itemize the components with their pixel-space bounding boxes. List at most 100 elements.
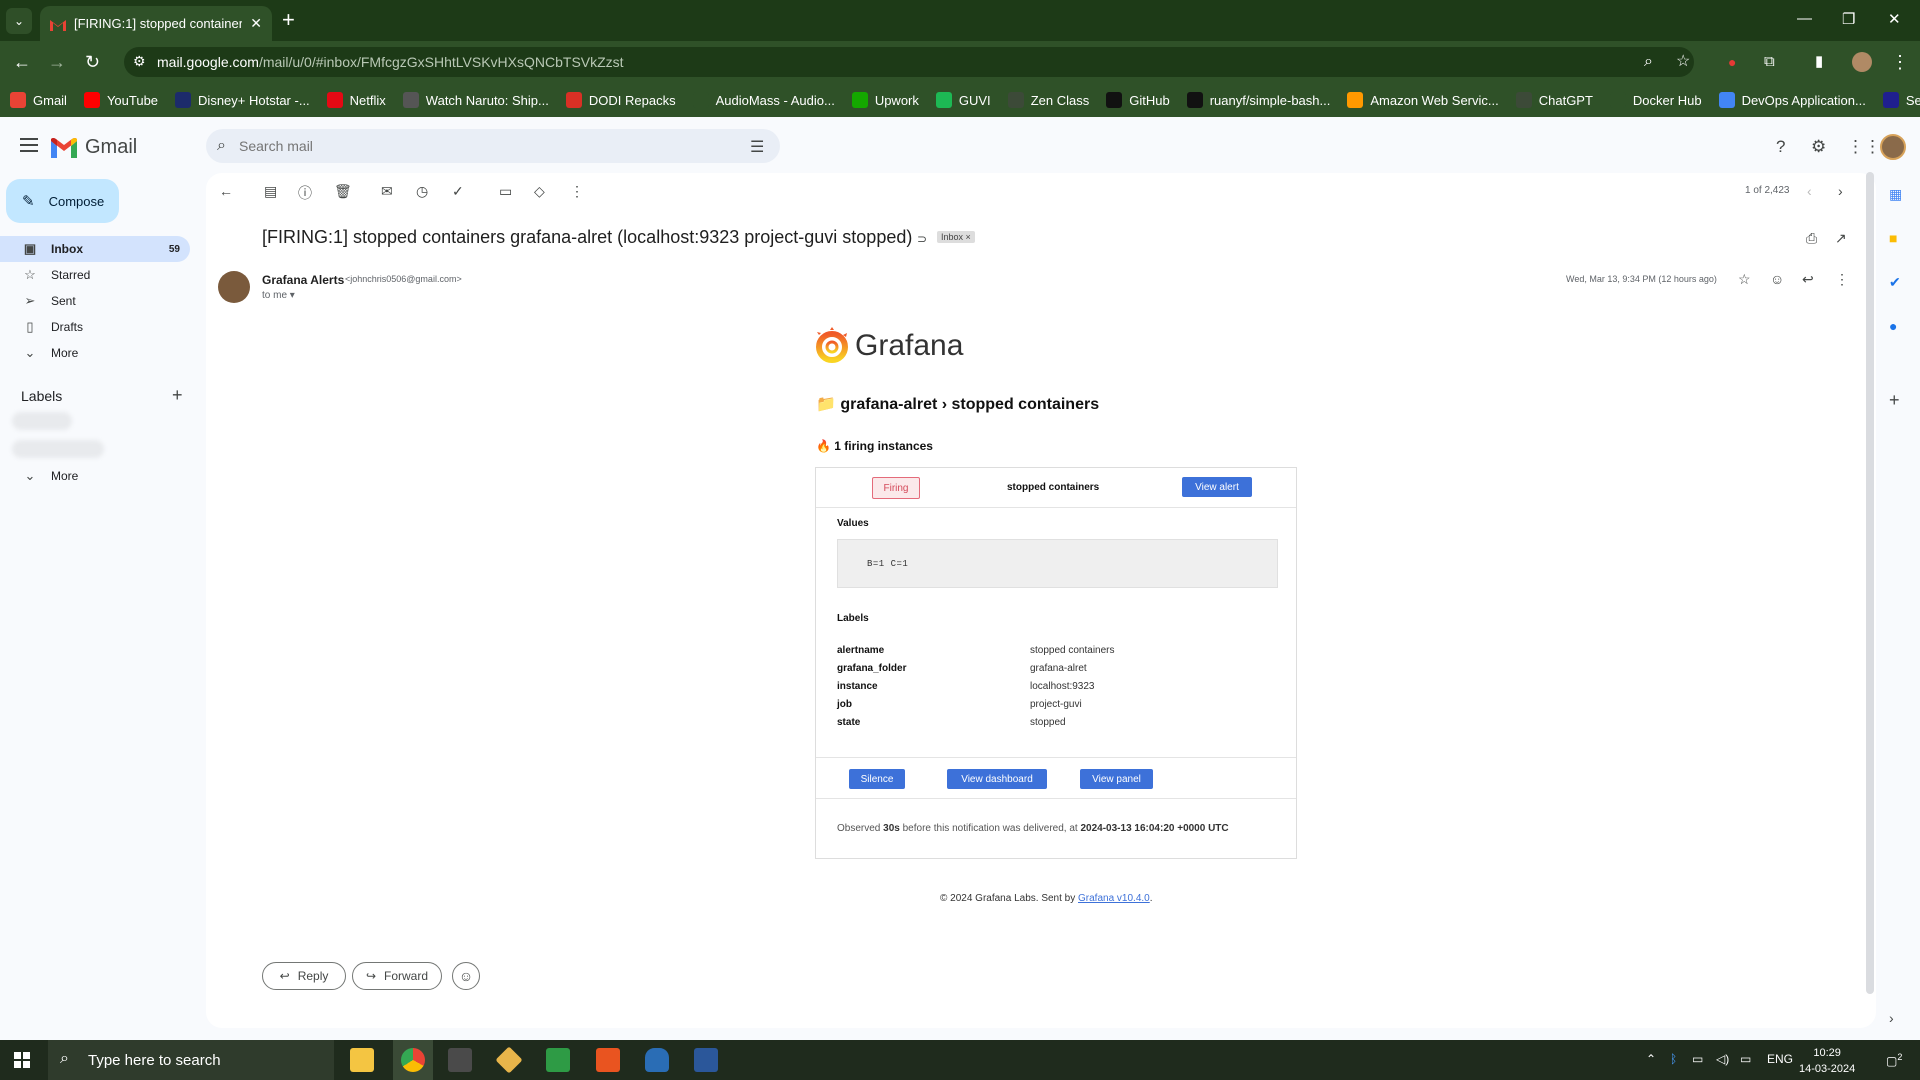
bookmark-star-icon[interactable]: ☆ — [1676, 52, 1690, 72]
star-icon[interactable]: ☆ — [1738, 271, 1751, 288]
nav-item-sent[interactable]: ➢ Sent — [0, 288, 190, 314]
taskbar-search-placeholder[interactable]: Type here to search — [88, 1052, 221, 1069]
add-task-icon[interactable]: ✓ — [452, 183, 464, 200]
bookmark-item[interactable]: Watch Naruto: Ship... — [402, 92, 549, 108]
view-alert-button[interactable]: View alert — [1182, 477, 1252, 497]
gmail-logo[interactable]: Gmail — [51, 136, 137, 159]
bookmark-item[interactable]: YouTube — [83, 92, 158, 108]
emoji-reaction-button[interactable]: ☺ — [452, 962, 480, 990]
contacts-icon[interactable]: ● — [1889, 318, 1897, 334]
tab-search-button[interactable]: ⌄ — [6, 8, 32, 34]
bookmark-item[interactable]: ChatGPT — [1515, 92, 1593, 108]
windows-start-icon[interactable] — [14, 1052, 30, 1068]
labels-more-item[interactable]: ⌄ More — [0, 463, 190, 489]
nav-item-drafts[interactable]: ▯ Drafts — [0, 314, 190, 340]
bookmark-item[interactable]: DevOps Application... — [1718, 92, 1866, 108]
reply-icon[interactable]: ↩ — [1802, 271, 1814, 288]
volume-icon[interactable]: ◁) — [1716, 1052, 1729, 1066]
view-dashboard-button[interactable]: View dashboard — [947, 769, 1047, 789]
new-tab-icon[interactable]: + — [282, 9, 295, 31]
nav-item-inbox[interactable]: ▣ Inbox 59 — [0, 236, 190, 262]
calendar-icon[interactable]: ▦ — [1889, 186, 1902, 203]
nav-item-more[interactable]: ⌄ More — [0, 340, 190, 366]
label-icon[interactable]: ◇ — [534, 183, 545, 200]
delete-icon[interactable]: 🗑 — [334, 183, 352, 200]
bookmark-item[interactable]: Netflix — [326, 92, 386, 108]
word-icon[interactable] — [694, 1048, 718, 1072]
bookmark-item[interactable]: Zen Class — [1007, 92, 1089, 108]
silence-button[interactable]: Silence — [849, 769, 905, 789]
settings-gear-icon[interactable]: ⚙ — [1811, 137, 1826, 157]
site-info-icon[interactable]: ⚙ — [133, 53, 146, 70]
profile-avatar[interactable] — [1852, 52, 1872, 72]
extensions-icon[interactable]: ⧉ — [1764, 52, 1775, 72]
forward-icon[interactable]: → — [48, 52, 66, 72]
notifications-icon[interactable]: ▢2 — [1886, 1052, 1902, 1068]
reload-icon[interactable]: ↻ — [85, 52, 100, 72]
apps-grid-icon[interactable]: ⋮⋮ — [1847, 137, 1881, 157]
bookmark-item[interactable]: Docker Hub — [1609, 92, 1702, 108]
bookmark-item[interactable]: GUVI — [935, 92, 991, 108]
bookmark-item[interactable]: AudioMass - Audio... — [692, 92, 835, 108]
move-to-icon[interactable]: ▭ — [499, 183, 512, 200]
add-label-icon[interactable]: + — [172, 385, 183, 406]
chrome-menu-icon[interactable]: ⋮ — [1891, 52, 1909, 72]
battery-icon[interactable]: ▭ — [1740, 1052, 1751, 1066]
zoom-icon[interactable]: ⌕ — [1644, 52, 1653, 72]
get-addons-icon[interactable]: + — [1889, 390, 1900, 411]
taskbar-clock[interactable]: 10:29 14-03-2024 — [1799, 1045, 1855, 1077]
main-menu-icon[interactable] — [20, 138, 38, 156]
search-icon[interactable]: ⌕ — [217, 137, 226, 155]
bookmark-item[interactable]: Disney+ Hotstar -... — [175, 92, 310, 108]
browser-tab-active[interactable]: [FIRING:1] stopped containers g ✕ — [40, 6, 272, 41]
bookmark-item[interactable]: Amazon Web Servic... — [1347, 92, 1499, 108]
tab-close-icon[interactable]: ✕ — [250, 15, 262, 32]
report-spam-icon[interactable]: ⓘ — [298, 183, 312, 203]
restore-icon[interactable]: ❐ — [1842, 10, 1855, 28]
nav-item-starred[interactable]: ☆ Starred — [0, 262, 190, 288]
more-actions-icon[interactable]: ⋮ — [570, 183, 584, 200]
ubuntu-icon[interactable] — [596, 1048, 620, 1072]
extension-record-icon[interactable]: ● — [1728, 52, 1736, 72]
snooze-icon[interactable]: ◷ — [416, 183, 428, 200]
network-icon[interactable]: ▭ — [1692, 1052, 1703, 1066]
tray-overflow-icon[interactable]: ⌃ — [1646, 1052, 1656, 1066]
reply-button[interactable]: ↩ Reply — [262, 962, 346, 990]
newer-icon[interactable]: ‹ — [1807, 183, 1812, 199]
view-panel-button[interactable]: View panel — [1080, 769, 1153, 789]
hide-side-panel-icon[interactable]: › — [1889, 1010, 1894, 1026]
tasks-icon[interactable]: ✔ — [1889, 274, 1901, 291]
inbox-label-chip[interactable]: Inbox × — [937, 231, 975, 243]
language-indicator[interactable]: ENG — [1767, 1052, 1793, 1066]
open-new-window-icon[interactable]: ↗ — [1835, 230, 1847, 247]
sender-name[interactable]: Grafana Alerts — [262, 273, 344, 287]
minimize-icon[interactable]: — — [1797, 10, 1812, 27]
keep-icon[interactable]: ■ — [1889, 230, 1897, 246]
archive-icon[interactable]: ▤ — [264, 183, 277, 200]
more-options-icon[interactable]: ⋮ — [1835, 271, 1849, 288]
notepad-icon[interactable] — [546, 1048, 570, 1072]
search-options-icon[interactable]: ☰ — [750, 137, 764, 157]
compose-button[interactable]: ✎ Compose — [6, 179, 119, 223]
label-item-blurred[interactable] — [12, 412, 72, 430]
search-input[interactable] — [239, 138, 719, 154]
grafana-version-link[interactable]: Grafana v10.4.0 — [1078, 893, 1150, 904]
bookmark-item[interactable]: Gmail — [10, 92, 67, 108]
older-icon[interactable]: › — [1838, 183, 1843, 199]
recipient-details[interactable]: to me ▾ — [262, 290, 295, 301]
file-explorer-icon[interactable] — [350, 1048, 374, 1072]
account-avatar[interactable] — [1880, 134, 1906, 160]
bluetooth-icon[interactable]: ᛒ — [1670, 1052, 1677, 1066]
importance-marker-icon[interactable]: ⊃ — [917, 232, 927, 246]
url-text[interactable]: mail.google.com/mail/u/0/#inbox/FMfcgzGx… — [157, 54, 624, 70]
print-icon[interactable]: ⎙ — [1806, 230, 1817, 247]
bookmark-item[interactable]: GitHub — [1106, 92, 1170, 108]
bookmark-item[interactable]: DODI Repacks — [565, 92, 676, 108]
sidepanel-icon[interactable]: ▮ — [1815, 52, 1823, 72]
bookmark-item[interactable]: ruanyf/simple-bash... — [1186, 92, 1330, 108]
mark-unread-icon[interactable]: ✉ — [381, 183, 393, 200]
emoji-react-icon[interactable]: ☺ — [1770, 271, 1784, 287]
bookmark-item[interactable]: Upwork — [851, 92, 919, 108]
scrollbar[interactable] — [1866, 172, 1874, 994]
back-to-inbox-icon[interactable]: ← — [219, 183, 233, 199]
